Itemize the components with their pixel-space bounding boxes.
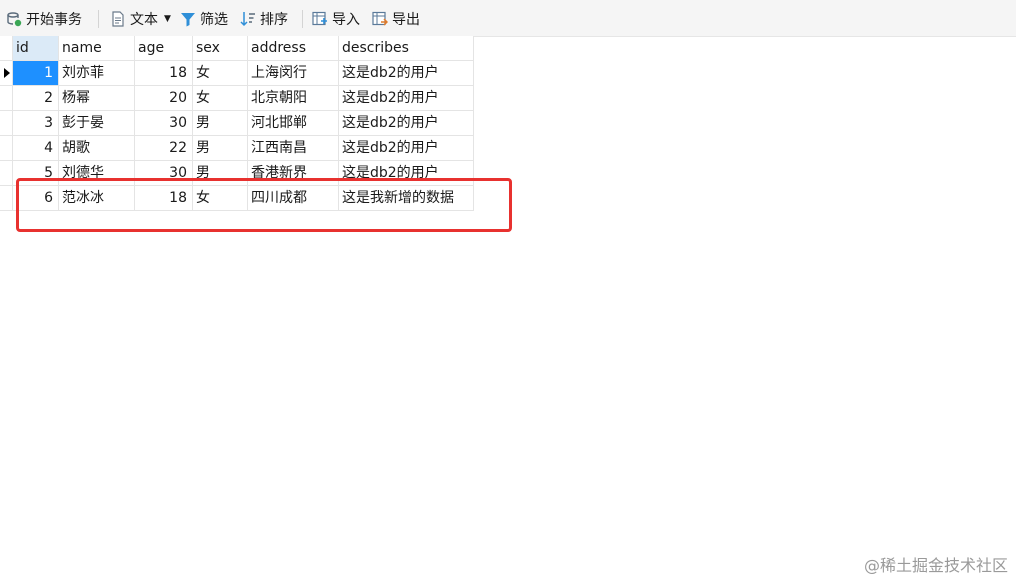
toolbar-separator bbox=[98, 10, 99, 28]
cell-describes[interactable]: 这是db2的用户 bbox=[339, 61, 474, 86]
watermark: @稀土掘金技术社区 bbox=[863, 556, 1008, 575]
export-button[interactable]: 导出 bbox=[372, 9, 420, 29]
row-selector[interactable] bbox=[0, 136, 13, 161]
begin-transaction-button[interactable]: 开始事务 bbox=[6, 9, 82, 29]
export-label: 导出 bbox=[392, 12, 420, 28]
cell-id[interactable]: 3 bbox=[13, 111, 59, 136]
cell-sex[interactable]: 女 bbox=[193, 61, 248, 86]
begin-transaction-label: 开始事务 bbox=[26, 12, 82, 28]
cell-name[interactable]: 杨幂 bbox=[59, 86, 135, 111]
header-row-selector bbox=[0, 36, 13, 61]
column-header-age[interactable]: age bbox=[135, 36, 193, 61]
text-view-button[interactable]: 文本 ▼ bbox=[110, 9, 171, 29]
cell-describes[interactable]: 这是db2的用户 bbox=[339, 136, 474, 161]
cell-id[interactable]: 1 bbox=[13, 61, 59, 86]
export-icon bbox=[372, 11, 389, 27]
cell-name[interactable]: 胡歌 bbox=[59, 136, 135, 161]
row-selector[interactable] bbox=[0, 86, 13, 111]
row-selector[interactable] bbox=[0, 161, 13, 186]
cell-address[interactable]: 上海闵行 bbox=[248, 61, 339, 86]
cell-name[interactable]: 刘亦菲 bbox=[59, 61, 135, 86]
highlight-annotation-box bbox=[16, 178, 512, 232]
cell-age[interactable]: 18 bbox=[135, 61, 193, 86]
column-header-describes[interactable]: describes bbox=[339, 36, 474, 61]
cell-age[interactable]: 30 bbox=[135, 111, 193, 136]
cell-age[interactable]: 22 bbox=[135, 136, 193, 161]
cell-name[interactable]: 彭于晏 bbox=[59, 111, 135, 136]
row-selector[interactable] bbox=[0, 61, 13, 86]
cell-describes[interactable]: 这是db2的用户 bbox=[339, 86, 474, 111]
import-icon bbox=[312, 11, 328, 27]
cell-sex[interactable]: 男 bbox=[193, 136, 248, 161]
cell-id[interactable]: 4 bbox=[13, 136, 59, 161]
toolbar-separator bbox=[302, 10, 303, 28]
current-row-indicator-icon bbox=[4, 68, 10, 78]
document-icon bbox=[110, 11, 126, 27]
row-selector[interactable] bbox=[0, 111, 13, 136]
sort-button[interactable]: 排序 bbox=[240, 9, 288, 29]
column-header-id[interactable]: id bbox=[13, 36, 59, 61]
cell-sex[interactable]: 女 bbox=[193, 86, 248, 111]
column-header-sex[interactable]: sex bbox=[193, 36, 248, 61]
cell-describes[interactable]: 这是db2的用户 bbox=[339, 111, 474, 136]
sort-label: 排序 bbox=[260, 12, 288, 28]
cell-age[interactable]: 20 bbox=[135, 86, 193, 111]
text-view-label: 文本 bbox=[130, 12, 158, 28]
column-header-address[interactable]: address bbox=[248, 36, 339, 61]
import-label: 导入 bbox=[332, 12, 360, 28]
cell-address[interactable]: 江西南昌 bbox=[248, 136, 339, 161]
dropdown-caret-icon: ▼ bbox=[164, 14, 171, 24]
filter-button[interactable]: 筛选 bbox=[180, 9, 228, 29]
transaction-icon bbox=[6, 11, 22, 27]
column-header-name[interactable]: name bbox=[59, 36, 135, 61]
toolbar: 开始事务 文本 ▼ 筛选 排序 导入 导出 bbox=[0, 0, 1016, 37]
sort-icon bbox=[240, 11, 256, 27]
cell-address[interactable]: 北京朝阳 bbox=[248, 86, 339, 111]
filter-label: 筛选 bbox=[200, 12, 228, 28]
row-selector[interactable] bbox=[0, 186, 13, 211]
cell-sex[interactable]: 男 bbox=[193, 111, 248, 136]
import-button[interactable]: 导入 bbox=[312, 9, 360, 29]
cell-id[interactable]: 2 bbox=[13, 86, 59, 111]
cell-address[interactable]: 河北邯郸 bbox=[248, 111, 339, 136]
filter-icon bbox=[180, 11, 196, 27]
